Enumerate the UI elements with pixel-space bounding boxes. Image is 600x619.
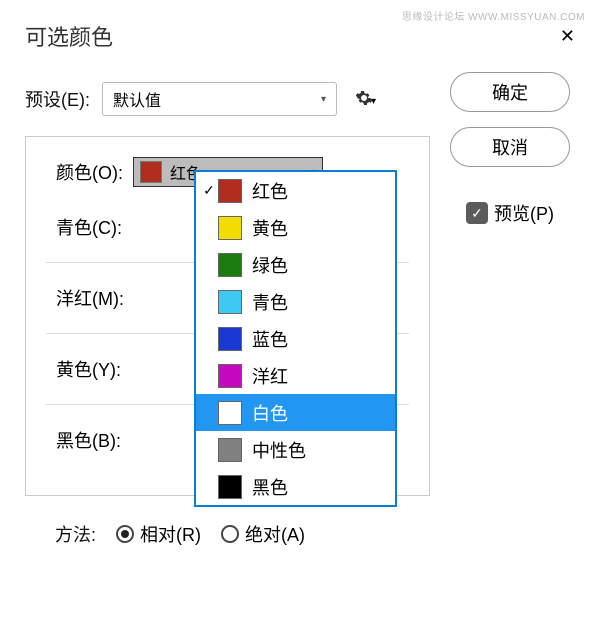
- dropdown-item-label: 青色: [252, 289, 288, 315]
- color-swatch: [218, 364, 242, 388]
- selective-color-dialog: 可选颜色 ✕ 预设(E): 默认值 ▾ ▾ 确定 取消 ✓ 预览(P) 颜色(O…: [0, 0, 600, 572]
- chevron-down-icon: ▾: [321, 94, 326, 105]
- color-swatch: [218, 327, 242, 351]
- dropdown-item-label: 黄色: [252, 215, 288, 241]
- adjustment-panel: 颜色(O): 红色 ▾ 青色(C):洋红(M):黄色(Y):黑色(B): ✓红色…: [25, 136, 430, 496]
- dropdown-item[interactable]: 白色: [196, 394, 395, 431]
- slider-label: 青色(C):: [56, 214, 146, 240]
- close-icon[interactable]: ✕: [560, 26, 575, 47]
- color-swatch: [218, 475, 242, 499]
- preset-select[interactable]: 默认值 ▾: [102, 82, 337, 116]
- preset-value: 默认值: [113, 87, 161, 111]
- slider-label: 黑色(B):: [56, 427, 146, 453]
- dialog-title: 可选颜色: [25, 20, 113, 52]
- dropdown-item[interactable]: 蓝色: [196, 320, 395, 357]
- check-icon: ✓: [200, 182, 218, 199]
- dropdown-item[interactable]: 绿色: [196, 246, 395, 283]
- dropdown-item-label: 绿色: [252, 252, 288, 278]
- dropdown-item[interactable]: 黑色: [196, 468, 395, 505]
- preview-label: 预览(P): [494, 200, 554, 226]
- titlebar: 可选颜色 ✕: [25, 20, 575, 52]
- method-label: 方法:: [55, 521, 96, 547]
- color-dropdown: ✓ 红色黄色绿色青色蓝色洋红白色中性色黑色: [194, 170, 397, 507]
- radio-label: 绝对(A): [245, 521, 305, 547]
- color-swatch: [218, 179, 242, 203]
- radio-icon: [221, 525, 239, 543]
- ok-button[interactable]: 确定: [450, 72, 570, 112]
- color-swatch: [218, 290, 242, 314]
- preset-label: 预设(E):: [25, 86, 90, 112]
- watermark: 思缘设计论坛 WWW.MISSYUAN.COM: [402, 8, 585, 23]
- cancel-button[interactable]: 取消: [450, 127, 570, 167]
- dropdown-item-label: 白色: [252, 400, 288, 426]
- radio-label: 相对(R): [140, 521, 201, 547]
- slider-label: 洋红(M):: [56, 285, 146, 311]
- selected-swatch: [140, 161, 162, 183]
- method-relative-radio[interactable]: 相对(R): [116, 521, 201, 547]
- dropdown-item[interactable]: 洋红: [196, 357, 395, 394]
- dropdown-item-label: 蓝色: [252, 326, 288, 352]
- color-swatch: [218, 253, 242, 277]
- dropdown-item[interactable]: 青色: [196, 283, 395, 320]
- preview-checkbox[interactable]: ✓: [466, 202, 488, 224]
- dropdown-item-label: 黑色: [252, 474, 288, 500]
- color-swatch: [218, 401, 242, 425]
- color-swatch: [218, 216, 242, 240]
- dropdown-item-label: 红色: [252, 178, 288, 204]
- gear-icon[interactable]: ▾: [355, 89, 378, 110]
- dropdown-item[interactable]: 黄色: [196, 209, 395, 246]
- color-label: 颜色(O):: [56, 159, 123, 185]
- method-absolute-radio[interactable]: 绝对(A): [221, 521, 305, 547]
- dropdown-item-label: 中性色: [252, 437, 306, 463]
- dropdown-item-label: 洋红: [252, 363, 288, 389]
- slider-label: 黄色(Y):: [56, 356, 146, 382]
- dropdown-item[interactable]: 中性色: [196, 431, 395, 468]
- radio-icon: [116, 525, 134, 543]
- dropdown-item[interactable]: ✓ 红色: [196, 172, 395, 209]
- color-swatch: [218, 438, 242, 462]
